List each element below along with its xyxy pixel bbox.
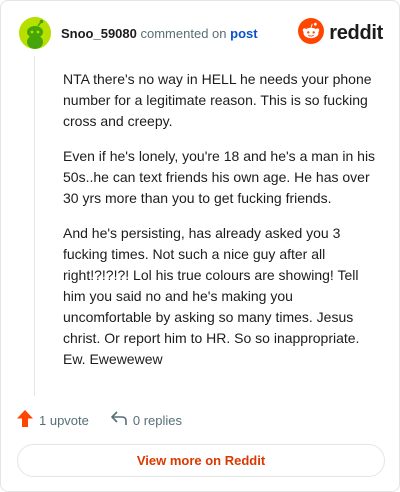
embedded-comment-card: Snoo_59080 commented on post reddit NTA …	[0, 0, 400, 492]
replies-button[interactable]: 0 replies	[111, 411, 182, 429]
upvote-arrow-icon	[17, 410, 33, 430]
reddit-wordmark: reddit	[329, 21, 383, 44]
comment-footer: 1 upvote 0 replies	[17, 410, 182, 430]
thread-line	[34, 56, 35, 396]
action-text: commented on	[140, 26, 227, 41]
upvote-count: 1 upvote	[39, 412, 89, 428]
comment-paragraph: Even if he's lonely, you're 18 and he's …	[63, 148, 376, 206]
reddit-alien-icon	[298, 17, 325, 49]
comment-paragraph: NTA there's no way in HELL he needs your…	[63, 71, 372, 129]
snoo-avatar-icon[interactable]	[19, 17, 51, 49]
comment-body: NTA there's no way in HELL he needs your…	[63, 69, 378, 384]
username-link[interactable]: Snoo_59080	[61, 26, 137, 41]
reddit-logo[interactable]: reddit	[298, 17, 383, 49]
comment-paragraph: And he's persisting, has already asked y…	[63, 225, 360, 367]
view-more-button[interactable]: View more on Reddit	[17, 444, 385, 477]
post-link[interactable]: post	[230, 26, 257, 41]
reply-arrow-icon	[111, 411, 127, 429]
comment-byline: Snoo_59080 commented on post	[61, 26, 258, 41]
reply-count: 0 replies	[132, 412, 183, 428]
comment-header: Snoo_59080 commented on post reddit	[17, 15, 383, 51]
upvote-button[interactable]: 1 upvote	[17, 410, 89, 430]
